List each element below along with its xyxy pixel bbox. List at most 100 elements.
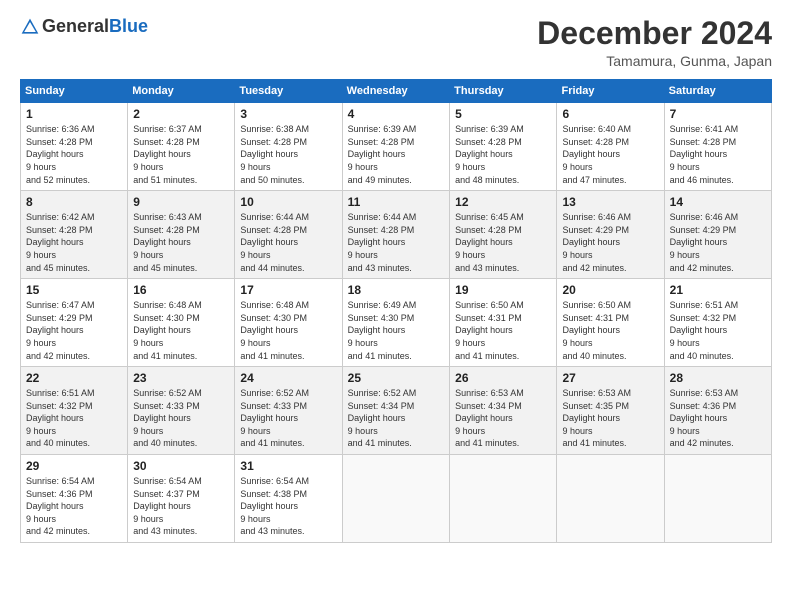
- logo-general-text: General: [42, 16, 109, 37]
- calendar-table: Sunday Monday Tuesday Wednesday Thursday…: [20, 79, 772, 543]
- day-info: Sunrise: 6:51 AMSunset: 4:32 PMDaylight …: [670, 299, 766, 362]
- day-number: 17: [240, 283, 336, 297]
- day-number: 9: [133, 195, 229, 209]
- location: Tamamura, Gunma, Japan: [537, 53, 772, 69]
- calendar-week-row: 22 Sunrise: 6:51 AMSunset: 4:32 PMDaylig…: [21, 367, 772, 455]
- logo: GeneralBlue: [20, 16, 148, 37]
- table-row: 17 Sunrise: 6:48 AMSunset: 4:30 PMDaylig…: [235, 279, 342, 367]
- table-row: 25 Sunrise: 6:52 AMSunset: 4:34 PMDaylig…: [342, 367, 449, 455]
- day-info: Sunrise: 6:45 AMSunset: 4:28 PMDaylight …: [455, 211, 551, 274]
- day-info: Sunrise: 6:43 AMSunset: 4:28 PMDaylight …: [133, 211, 229, 274]
- table-row: [664, 455, 771, 543]
- col-monday: Monday: [128, 80, 235, 103]
- day-info: Sunrise: 6:46 AMSunset: 4:29 PMDaylight …: [670, 211, 766, 274]
- table-row: 7 Sunrise: 6:41 AMSunset: 4:28 PMDayligh…: [664, 103, 771, 191]
- table-row: 22 Sunrise: 6:51 AMSunset: 4:32 PMDaylig…: [21, 367, 128, 455]
- day-number: 12: [455, 195, 551, 209]
- calendar-page: GeneralBlue December 2024 Tamamura, Gunm…: [0, 0, 792, 612]
- day-info: Sunrise: 6:50 AMSunset: 4:31 PMDaylight …: [562, 299, 658, 362]
- day-info: Sunrise: 6:36 AMSunset: 4:28 PMDaylight …: [26, 123, 122, 186]
- day-info: Sunrise: 6:40 AMSunset: 4:28 PMDaylight …: [562, 123, 658, 186]
- table-row: 19 Sunrise: 6:50 AMSunset: 4:31 PMDaylig…: [450, 279, 557, 367]
- day-info: Sunrise: 6:38 AMSunset: 4:28 PMDaylight …: [240, 123, 336, 186]
- table-row: 27 Sunrise: 6:53 AMSunset: 4:35 PMDaylig…: [557, 367, 664, 455]
- day-number: 19: [455, 283, 551, 297]
- day-number: 27: [562, 371, 658, 385]
- col-friday: Friday: [557, 80, 664, 103]
- day-number: 20: [562, 283, 658, 297]
- day-number: 4: [348, 107, 444, 121]
- col-thursday: Thursday: [450, 80, 557, 103]
- header: GeneralBlue December 2024 Tamamura, Gunm…: [20, 16, 772, 69]
- table-row: 28 Sunrise: 6:53 AMSunset: 4:36 PMDaylig…: [664, 367, 771, 455]
- day-number: 26: [455, 371, 551, 385]
- table-row: [450, 455, 557, 543]
- table-row: 29 Sunrise: 6:54 AMSunset: 4:36 PMDaylig…: [21, 455, 128, 543]
- day-info: Sunrise: 6:54 AMSunset: 4:38 PMDaylight …: [240, 475, 336, 538]
- table-row: 6 Sunrise: 6:40 AMSunset: 4:28 PMDayligh…: [557, 103, 664, 191]
- col-sunday: Sunday: [21, 80, 128, 103]
- day-number: 1: [26, 107, 122, 121]
- day-info: Sunrise: 6:44 AMSunset: 4:28 PMDaylight …: [348, 211, 444, 274]
- day-info: Sunrise: 6:53 AMSunset: 4:34 PMDaylight …: [455, 387, 551, 450]
- day-info: Sunrise: 6:47 AMSunset: 4:29 PMDaylight …: [26, 299, 122, 362]
- day-number: 5: [455, 107, 551, 121]
- table-row: 3 Sunrise: 6:38 AMSunset: 4:28 PMDayligh…: [235, 103, 342, 191]
- day-number: 7: [670, 107, 766, 121]
- logo-blue-text: Blue: [109, 16, 148, 37]
- day-number: 2: [133, 107, 229, 121]
- col-tuesday: Tuesday: [235, 80, 342, 103]
- day-info: Sunrise: 6:42 AMSunset: 4:28 PMDaylight …: [26, 211, 122, 274]
- day-number: 13: [562, 195, 658, 209]
- day-info: Sunrise: 6:39 AMSunset: 4:28 PMDaylight …: [455, 123, 551, 186]
- table-row: 9 Sunrise: 6:43 AMSunset: 4:28 PMDayligh…: [128, 191, 235, 279]
- day-info: Sunrise: 6:46 AMSunset: 4:29 PMDaylight …: [562, 211, 658, 274]
- table-row: 26 Sunrise: 6:53 AMSunset: 4:34 PMDaylig…: [450, 367, 557, 455]
- day-number: 3: [240, 107, 336, 121]
- day-info: Sunrise: 6:53 AMSunset: 4:35 PMDaylight …: [562, 387, 658, 450]
- table-row: [342, 455, 449, 543]
- day-info: Sunrise: 6:37 AMSunset: 4:28 PMDaylight …: [133, 123, 229, 186]
- table-row: 20 Sunrise: 6:50 AMSunset: 4:31 PMDaylig…: [557, 279, 664, 367]
- day-info: Sunrise: 6:44 AMSunset: 4:28 PMDaylight …: [240, 211, 336, 274]
- table-row: 10 Sunrise: 6:44 AMSunset: 4:28 PMDaylig…: [235, 191, 342, 279]
- logo-icon: [20, 17, 40, 37]
- day-info: Sunrise: 6:54 AMSunset: 4:36 PMDaylight …: [26, 475, 122, 538]
- title-block: December 2024 Tamamura, Gunma, Japan: [537, 16, 772, 69]
- day-info: Sunrise: 6:48 AMSunset: 4:30 PMDaylight …: [133, 299, 229, 362]
- day-info: Sunrise: 6:52 AMSunset: 4:34 PMDaylight …: [348, 387, 444, 450]
- table-row: 8 Sunrise: 6:42 AMSunset: 4:28 PMDayligh…: [21, 191, 128, 279]
- table-row: 12 Sunrise: 6:45 AMSunset: 4:28 PMDaylig…: [450, 191, 557, 279]
- table-row: 11 Sunrise: 6:44 AMSunset: 4:28 PMDaylig…: [342, 191, 449, 279]
- day-info: Sunrise: 6:41 AMSunset: 4:28 PMDaylight …: [670, 123, 766, 186]
- calendar-week-row: 15 Sunrise: 6:47 AMSunset: 4:29 PMDaylig…: [21, 279, 772, 367]
- table-row: [557, 455, 664, 543]
- table-row: 18 Sunrise: 6:49 AMSunset: 4:30 PMDaylig…: [342, 279, 449, 367]
- day-number: 28: [670, 371, 766, 385]
- table-row: 31 Sunrise: 6:54 AMSunset: 4:38 PMDaylig…: [235, 455, 342, 543]
- table-row: 23 Sunrise: 6:52 AMSunset: 4:33 PMDaylig…: [128, 367, 235, 455]
- table-row: 1 Sunrise: 6:36 AMSunset: 4:28 PMDayligh…: [21, 103, 128, 191]
- table-row: 24 Sunrise: 6:52 AMSunset: 4:33 PMDaylig…: [235, 367, 342, 455]
- day-info: Sunrise: 6:52 AMSunset: 4:33 PMDaylight …: [133, 387, 229, 450]
- table-row: 16 Sunrise: 6:48 AMSunset: 4:30 PMDaylig…: [128, 279, 235, 367]
- table-row: 2 Sunrise: 6:37 AMSunset: 4:28 PMDayligh…: [128, 103, 235, 191]
- day-number: 22: [26, 371, 122, 385]
- day-number: 11: [348, 195, 444, 209]
- day-number: 14: [670, 195, 766, 209]
- table-row: 14 Sunrise: 6:46 AMSunset: 4:29 PMDaylig…: [664, 191, 771, 279]
- table-row: 13 Sunrise: 6:46 AMSunset: 4:29 PMDaylig…: [557, 191, 664, 279]
- day-info: Sunrise: 6:52 AMSunset: 4:33 PMDaylight …: [240, 387, 336, 450]
- month-title: December 2024: [537, 16, 772, 51]
- day-info: Sunrise: 6:54 AMSunset: 4:37 PMDaylight …: [133, 475, 229, 538]
- day-info: Sunrise: 6:39 AMSunset: 4:28 PMDaylight …: [348, 123, 444, 186]
- table-row: 5 Sunrise: 6:39 AMSunset: 4:28 PMDayligh…: [450, 103, 557, 191]
- calendar-week-row: 1 Sunrise: 6:36 AMSunset: 4:28 PMDayligh…: [21, 103, 772, 191]
- day-number: 29: [26, 459, 122, 473]
- day-info: Sunrise: 6:48 AMSunset: 4:30 PMDaylight …: [240, 299, 336, 362]
- day-number: 23: [133, 371, 229, 385]
- day-number: 24: [240, 371, 336, 385]
- table-row: 21 Sunrise: 6:51 AMSunset: 4:32 PMDaylig…: [664, 279, 771, 367]
- day-number: 25: [348, 371, 444, 385]
- day-info: Sunrise: 6:49 AMSunset: 4:30 PMDaylight …: [348, 299, 444, 362]
